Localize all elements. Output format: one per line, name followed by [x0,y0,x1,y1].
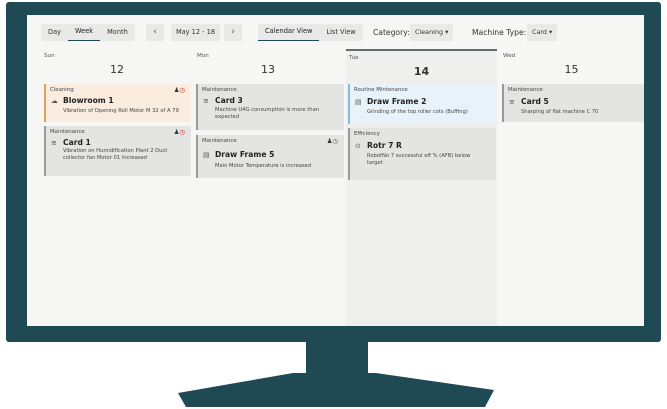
monitor-stand [178,373,494,407]
